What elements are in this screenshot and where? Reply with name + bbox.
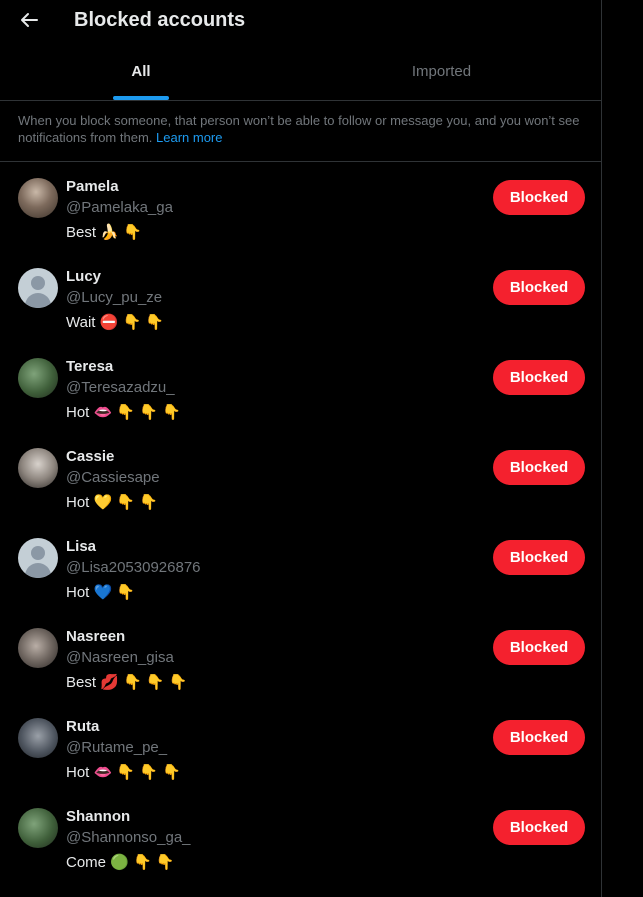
back-arrow-icon: [21, 13, 38, 27]
avatar-head: [31, 546, 45, 560]
account-bio: Wait ⛔ 👇 👇: [66, 314, 164, 331]
list-item[interactable]: Lucy @Lucy_pu_ze Wait ⛔ 👇 👇 Blocked: [0, 252, 601, 342]
tab-imported-label: Imported: [411, 63, 472, 80]
blocked-button[interactable]: Blocked: [493, 720, 585, 755]
tab-all-label: All: [131, 63, 151, 80]
account-handle: @Pamelaka_ga: [66, 199, 173, 216]
default-avatar-icon[interactable]: [18, 538, 58, 578]
account-bio: Hot 💛 👇 👇: [66, 494, 158, 511]
page-title: Blocked accounts: [74, 9, 246, 31]
account-bio: Best 🍌 👇: [66, 224, 142, 241]
account-name[interactable]: Lucy: [66, 268, 101, 285]
account-bio: Come 🟢 👇 👇: [66, 854, 175, 871]
avatar[interactable]: [18, 358, 58, 398]
back-button[interactable]: [18, 9, 40, 31]
blocked-button[interactable]: Blocked: [493, 540, 585, 575]
account-handle: @Lucy_pu_ze: [66, 289, 163, 306]
info-text: When you block someone, that person won’…: [0, 101, 601, 162]
account-bio: Hot 👄 👇 👇 👇: [66, 404, 181, 421]
blocked-button[interactable]: Blocked: [493, 270, 585, 305]
avatar[interactable]: [18, 808, 58, 848]
list-item[interactable]: Cassie @Cassiesape Hot 💛 👇 👇 Blocked: [0, 432, 601, 522]
blocked-button[interactable]: Blocked: [493, 180, 585, 215]
account-name[interactable]: Lisa: [66, 538, 96, 555]
list-item[interactable]: Teresa @Teresazadzu_ Hot 👄 👇 👇 👇 Blocked: [0, 342, 601, 432]
blocked-button[interactable]: Blocked: [493, 630, 585, 665]
blocked-button[interactable]: Blocked: [493, 810, 585, 845]
list-item[interactable]: Lisa @Lisa20530926876 Hot 💙 👇 Blocked: [0, 522, 601, 612]
list-item[interactable]: Nasreen @Nasreen_gisa Best 💋 👇 👇 👇 Block…: [0, 612, 601, 702]
tab-all[interactable]: All: [0, 43, 282, 100]
blocked-button[interactable]: Blocked: [493, 360, 585, 395]
avatar[interactable]: [18, 718, 58, 758]
account-handle: @Shannonso_ga_: [66, 829, 191, 846]
default-avatar-icon[interactable]: [18, 268, 58, 308]
account-handle: @Nasreen_gisa: [66, 649, 174, 666]
account-name[interactable]: Teresa: [66, 358, 113, 375]
avatar-body: [25, 293, 51, 308]
info-description: When you block someone, that person won’…: [18, 113, 580, 145]
blocked-list: Pamela @Pamelaka_ga Best 🍌 👇 Blocked Luc…: [0, 162, 601, 882]
active-tab-indicator: [113, 96, 169, 100]
blocked-accounts-panel: Blocked accounts All Imported When you b…: [0, 0, 602, 897]
list-item[interactable]: Ruta @Rutame_pe_ Hot 👄 👇 👇 👇 Blocked: [0, 702, 601, 792]
account-bio: Hot 💙 👇: [66, 584, 136, 601]
account-name[interactable]: Shannon: [66, 808, 130, 825]
list-item[interactable]: Pamela @Pamelaka_ga Best 🍌 👇 Blocked: [0, 162, 601, 252]
list-item[interactable]: Shannon @Shannonso_ga_ Come 🟢 👇 👇 Blocke…: [0, 792, 601, 882]
account-name[interactable]: Ruta: [66, 718, 99, 735]
account-handle: @Cassiesape: [66, 469, 160, 486]
account-name[interactable]: Nasreen: [66, 628, 125, 645]
blocked-button[interactable]: Blocked: [493, 450, 585, 485]
account-handle: @Teresazadzu_: [66, 379, 175, 396]
learn-more-link[interactable]: Learn more: [156, 130, 222, 145]
account-name[interactable]: Cassie: [66, 448, 114, 465]
tab-imported[interactable]: Imported: [282, 43, 601, 100]
avatar-body: [25, 563, 51, 578]
header: Blocked accounts: [0, 0, 601, 43]
avatar[interactable]: [18, 448, 58, 488]
account-bio: Hot 👄 👇 👇 👇: [66, 764, 181, 781]
account-handle: @Lisa20530926876: [66, 559, 201, 576]
avatar[interactable]: [18, 178, 58, 218]
avatar[interactable]: [18, 628, 58, 668]
account-handle: @Rutame_pe_: [66, 739, 168, 756]
account-bio: Best 💋 👇 👇 👇: [66, 674, 188, 691]
avatar-head: [31, 276, 45, 290]
tab-bar: All Imported: [0, 43, 601, 101]
account-name[interactable]: Pamela: [66, 178, 119, 195]
